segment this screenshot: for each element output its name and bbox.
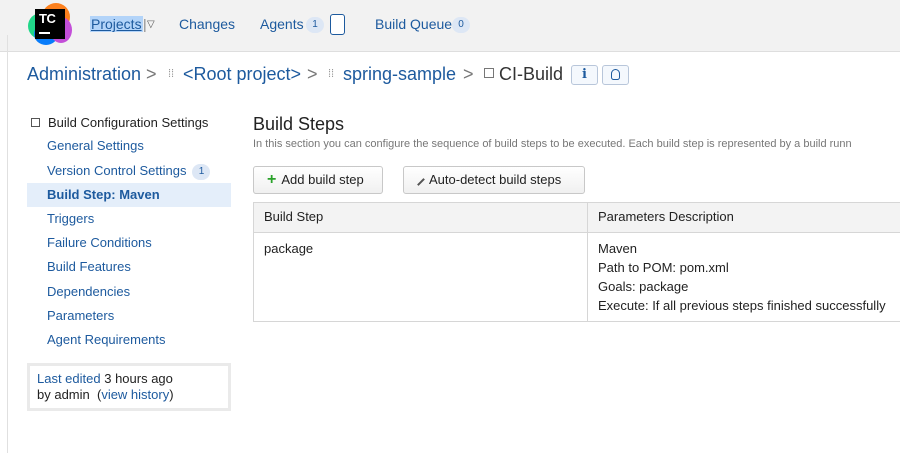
table-header-row: Build Step Parameters Description <box>253 202 900 233</box>
view-history-link[interactable]: view history <box>101 387 169 402</box>
logo-text: TC <box>35 9 65 39</box>
breadcrumb-root-project[interactable]: <Root project> <box>183 64 301 85</box>
sidebar-item-agent-requirements[interactable]: Agent Requirements <box>27 328 231 352</box>
queue-count-badge: 0 <box>452 17 470 33</box>
projects-dropdown-icon[interactable]: ▽ <box>147 19 155 30</box>
sidebar-item-general-settings[interactable]: General Settings <box>27 134 231 158</box>
column-header-build-step: Build Step <box>253 202 588 233</box>
info-icon: i <box>582 67 587 82</box>
nav-projects[interactable]: Projects <box>90 16 143 32</box>
agent-device-icon[interactable] <box>330 14 345 35</box>
magic-wand-icon <box>412 173 425 186</box>
plus-icon: + <box>267 171 277 188</box>
auto-detect-build-steps-button[interactable]: Auto-detect build steps <box>403 166 585 194</box>
top-navigation-bar: TC Projects | ▽ Changes Agents 1 Build Q… <box>0 0 900 52</box>
nav-build-queue[interactable]: Build Queue <box>375 16 452 32</box>
breadcrumb-spring-sample[interactable]: spring-sample <box>343 64 456 85</box>
nav-changes[interactable]: Changes <box>179 16 235 32</box>
sidebar-item-build-features[interactable]: Build Features <box>27 255 231 279</box>
build-step-name[interactable]: package <box>253 232 588 322</box>
sidebar-title: Build Configuration Settings <box>31 115 208 130</box>
edited-by: by admin <box>37 387 90 402</box>
section-description: In this section you can configure the se… <box>253 138 852 150</box>
agents-count-badge: 1 <box>306 17 324 33</box>
build-steps-table: Build Step Parameters Description packag… <box>253 202 900 322</box>
sidebar-item-build-step-maven[interactable]: Build Step: Maven <box>27 183 231 207</box>
parameters-description[interactable]: Maven Path to POM: pom.xml Goals: packag… <box>587 232 900 322</box>
sidebar-item-version-control[interactable]: Version Control Settings 1 <box>27 159 231 183</box>
breadcrumb-separator: > <box>307 64 318 84</box>
sidebar-item-dependencies[interactable]: Dependencies <box>27 280 231 304</box>
page-title: Build Steps <box>253 114 345 134</box>
info-button[interactable]: i <box>571 65 598 85</box>
nav-agents[interactable]: Agents <box>260 16 304 32</box>
param-runner: Maven <box>598 241 638 256</box>
teamcity-logo[interactable]: TC <box>28 3 72 47</box>
vcs-count-badge: 1 <box>192 164 211 180</box>
last-edited-link[interactable]: Last edited <box>37 371 101 386</box>
param-pom-path: Path to POM: pom.xml <box>598 260 729 275</box>
project-icon: ⁞⁞ <box>168 68 175 80</box>
project-icon: ⁞⁞ <box>328 68 335 80</box>
breadcrumb-separator: > <box>146 64 157 84</box>
breadcrumb-separator: > <box>463 64 474 84</box>
add-build-step-button[interactable]: + Add build step <box>253 166 383 194</box>
lightbulb-icon <box>611 69 620 80</box>
collapse-square-icon <box>31 118 40 127</box>
hint-button[interactable] <box>602 65 629 85</box>
breadcrumb-current-config: CI-Build <box>499 64 564 84</box>
last-edited-box: Last edited 3 hours ago by admin (view h… <box>27 363 231 411</box>
column-header-parameters: Parameters Description <box>587 202 900 233</box>
sidebar-item-parameters[interactable]: Parameters <box>27 304 231 328</box>
param-execute: Execute: If all previous steps finished … <box>598 298 886 313</box>
sidebar-item-triggers[interactable]: Triggers <box>27 207 231 231</box>
sidebar-item-failure-conditions[interactable]: Failure Conditions <box>27 231 231 255</box>
last-edited-time: 3 hours ago <box>104 371 173 386</box>
build-configuration-icon <box>484 68 494 78</box>
table-row[interactable]: package Maven Path to POM: pom.xml Goals… <box>253 232 900 322</box>
param-goals: Goals: package <box>598 279 689 294</box>
breadcrumb-administration[interactable]: Administration <box>27 64 141 85</box>
window-left-edge <box>0 35 8 453</box>
